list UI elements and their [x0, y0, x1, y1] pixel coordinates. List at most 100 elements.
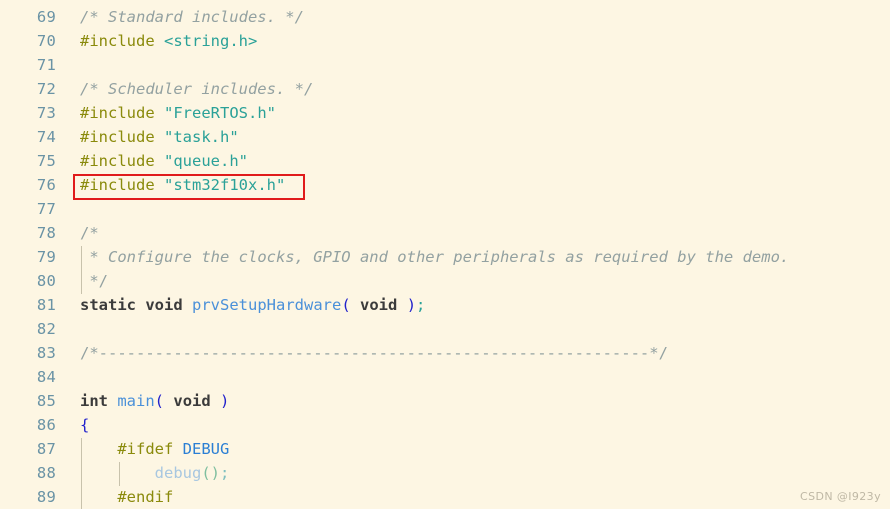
line-content[interactable]: static void prvSetupHardware( void ); [56, 293, 890, 317]
line-content[interactable]: /* Standard includes. */ [56, 5, 890, 29]
preprocessor-token: #ifdef [117, 440, 174, 458]
line-number: 87 [36, 440, 56, 458]
semicolon-token: ; [416, 296, 426, 314]
line-number: 85 [36, 392, 56, 410]
string-token: "task.h" [164, 128, 239, 146]
code-line[interactable]: 77 [0, 197, 890, 221]
code-line[interactable]: 81 static void prvSetupHardware( void ); [0, 293, 890, 317]
function-call-token: debug [154, 464, 202, 482]
line-number: 71 [36, 56, 56, 74]
paren-token: () [201, 464, 220, 482]
code-line[interactable]: 74 #include "task.h" [0, 125, 890, 149]
preprocessor-token: #include [80, 152, 155, 170]
line-content[interactable]: int main( void ) [56, 389, 890, 413]
code-line[interactable]: 79 * Configure the clocks, GPIO and othe… [0, 245, 890, 269]
paren-token: ( [154, 392, 165, 410]
line-number: 78 [36, 224, 56, 242]
line-number: 83 [36, 344, 56, 362]
line-number: 79 [36, 248, 56, 266]
line-number: 88 [36, 464, 56, 482]
macro-identifier-token: DEBUG [182, 440, 230, 458]
line-content[interactable]: /* [56, 221, 890, 245]
preprocessor-token: #include [80, 104, 155, 122]
line-number: 89 [36, 488, 56, 506]
line-content[interactable]: /*--------------------------------------… [56, 341, 890, 365]
line-content[interactable]: #include "task.h" [56, 125, 890, 149]
line-content[interactable]: #ifdef DEBUG [56, 437, 890, 461]
code-line[interactable]: 70 #include <string.h> [0, 29, 890, 53]
code-editor[interactable]: 69 /* Standard includes. */ 70 #include … [0, 0, 890, 509]
function-name-token: prvSetupHardware [192, 296, 342, 314]
string-token: <string.h> [164, 32, 258, 50]
line-content[interactable]: #include "queue.h" [56, 149, 890, 173]
code-area[interactable]: 69 /* Standard includes. */ 70 #include … [0, 0, 890, 509]
semicolon-token: ; [220, 464, 230, 482]
code-line[interactable]: 83 /*-----------------------------------… [0, 341, 890, 365]
code-line[interactable]: 78 /* [0, 221, 890, 245]
line-content[interactable]: #include "stm32f10x.h" [56, 173, 890, 197]
preprocessor-token: #include [80, 176, 155, 194]
line-content[interactable]: * Configure the clocks, GPIO and other p… [56, 245, 890, 269]
comment-token: * Configure the clocks, GPIO and other p… [89, 248, 790, 266]
indent-guide-comment-block [81, 246, 82, 294]
code-line[interactable]: 75 #include "queue.h" [0, 149, 890, 173]
string-token: "queue.h" [164, 152, 248, 170]
paren-token: ) [220, 392, 230, 410]
code-line[interactable]: 87 #ifdef DEBUG [0, 437, 890, 461]
code-line[interactable]: 85 int main( void ) [0, 389, 890, 413]
code-line[interactable]: 69 /* Standard includes. */ [0, 5, 890, 29]
paren-token: ( [341, 296, 351, 314]
watermark-text: CSDN @I923y [799, 490, 881, 503]
line-content[interactable]: #include <string.h> [56, 29, 890, 53]
indent-guide-body [81, 438, 82, 509]
line-number: 74 [36, 128, 56, 146]
keyword-token: void [145, 296, 183, 314]
line-number: 80 [36, 272, 56, 290]
preprocessor-token: #include [80, 32, 155, 50]
paren-token: ) [406, 296, 417, 314]
line-number: 73 [36, 104, 56, 122]
comment-token: */ [89, 272, 109, 290]
code-line[interactable]: 84 [0, 365, 890, 389]
line-content[interactable]: */ [56, 269, 890, 293]
code-line[interactable]: 80 */ [0, 269, 890, 293]
comment-token: /* Standard includes. */ [80, 8, 304, 26]
line-number: 72 [36, 80, 56, 98]
line-content[interactable]: /* Scheduler includes. */ [56, 77, 890, 101]
line-content[interactable]: #endif [56, 485, 890, 509]
line-number: 77 [36, 200, 56, 218]
line-number: 75 [36, 152, 56, 170]
line-content[interactable]: debug(); [56, 461, 890, 485]
code-line[interactable]: 88 debug(); [0, 461, 890, 485]
line-number: 76 [36, 176, 56, 194]
line-number: 81 [36, 296, 56, 314]
function-name-token: main [117, 392, 155, 410]
brace-token: { [80, 416, 90, 434]
code-line-highlighted[interactable]: 76 #include "stm32f10x.h" [0, 173, 890, 197]
line-content[interactable]: #include "FreeRTOS.h" [56, 101, 890, 125]
code-line[interactable]: 82 [0, 317, 890, 341]
indent-guide-nested [119, 462, 120, 486]
keyword-token: void [360, 296, 398, 314]
keyword-token: static [80, 296, 136, 314]
code-line[interactable]: 71 [0, 53, 890, 77]
line-number: 82 [36, 320, 56, 338]
comment-token: /* [80, 224, 99, 242]
line-content[interactable]: { [56, 413, 890, 437]
line-number: 86 [36, 416, 56, 434]
comment-token: /*--------------------------------------… [80, 344, 668, 362]
comment-token: /* Scheduler includes. */ [80, 80, 314, 98]
line-number: 70 [36, 32, 56, 50]
line-number: 69 [36, 8, 56, 26]
string-token: "stm32f10x.h" [164, 176, 286, 194]
code-line[interactable]: 89 #endif [0, 485, 890, 509]
line-number: 84 [36, 368, 56, 386]
code-line[interactable]: 72 /* Scheduler includes. */ [0, 77, 890, 101]
preprocessor-token: #endif [117, 488, 174, 506]
code-line[interactable]: 73 #include "FreeRTOS.h" [0, 101, 890, 125]
preprocessor-token: #include [80, 128, 155, 146]
keyword-token: void [173, 392, 211, 410]
code-line[interactable]: 86 { [0, 413, 890, 437]
string-token: "FreeRTOS.h" [164, 104, 276, 122]
keyword-token: int [80, 392, 108, 410]
